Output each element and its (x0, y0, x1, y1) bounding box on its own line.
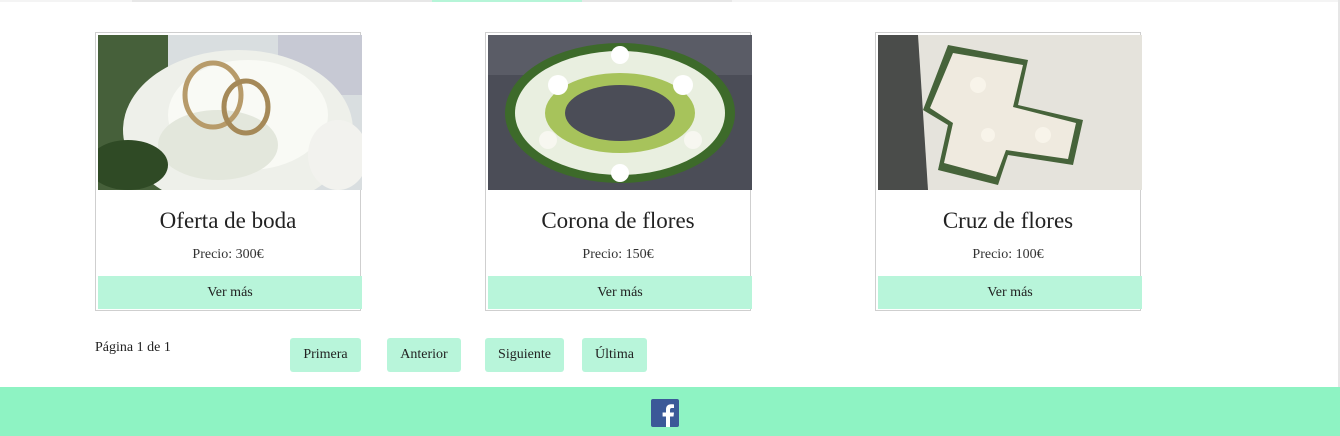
first-page-button[interactable]: Primera (290, 338, 361, 372)
page: Oferta de boda Precio: 300€ Ver más Coro… (0, 0, 1340, 436)
facebook-icon[interactable] (651, 399, 679, 427)
flower-wreath-image[interactable] (488, 35, 752, 190)
view-more-button[interactable]: Ver más (98, 276, 362, 309)
product-card: Cruz de flores Precio: 100€ Ver más (875, 32, 1142, 311)
wedding-rings-rose-image[interactable] (98, 35, 362, 190)
last-page-button[interactable]: Última (582, 338, 647, 372)
next-page-button[interactable]: Siguiente (485, 338, 564, 372)
nav-segment (0, 0, 132, 2)
product-price: Precio: 150€ (582, 247, 654, 262)
top-nav-border (0, 0, 1338, 2)
product-title: Oferta de boda (159, 208, 297, 233)
nav-active-indicator (432, 0, 582, 2)
view-more-button[interactable]: Ver más (488, 276, 752, 309)
product-title: Corona de flores (541, 208, 695, 233)
view-more-button[interactable]: Ver más (878, 276, 1142, 309)
product-title: Cruz de flores (942, 208, 1074, 233)
previous-page-button[interactable]: Anterior (387, 338, 461, 372)
product-price: Precio: 300€ (192, 247, 264, 262)
product-card: Corona de flores Precio: 150€ Ver más (485, 32, 752, 311)
flower-cross-image[interactable] (878, 35, 1142, 190)
product-price: Precio: 100€ (972, 247, 1044, 262)
nav-segment (732, 0, 1338, 2)
pagination-info: Página 1 de 1 (95, 340, 171, 355)
product-card: Oferta de boda Precio: 300€ Ver más (95, 32, 362, 311)
